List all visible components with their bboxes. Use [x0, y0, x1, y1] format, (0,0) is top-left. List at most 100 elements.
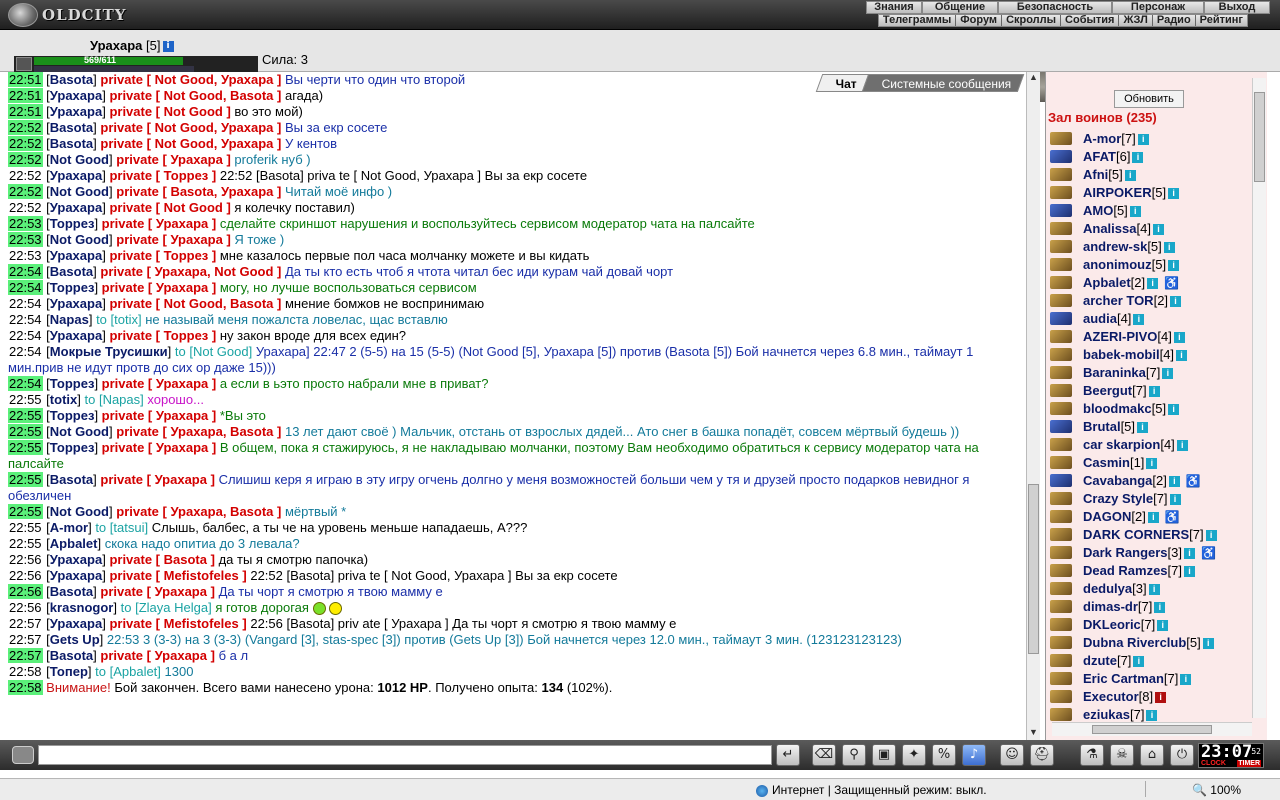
- player-nick[interactable]: AIRPOKER[5] i: [1083, 184, 1180, 202]
- sender-nick[interactable]: A-mor: [50, 520, 88, 535]
- player-name[interactable]: Урахара: [90, 38, 142, 53]
- scroll-up-icon[interactable]: ▲: [1027, 72, 1040, 85]
- player-nick-name[interactable]: Dubna Riverclub: [1083, 635, 1186, 650]
- private-recipients[interactable]: private [ Урахара ]: [116, 152, 231, 167]
- player-info-icon[interactable]: i: [1129, 206, 1141, 218]
- player-nick[interactable]: anonimouz[5] i: [1083, 256, 1180, 274]
- player-list-hscrollbar[interactable]: [1052, 722, 1252, 736]
- private-recipients-names[interactable]: Урахара: [156, 280, 208, 295]
- player-nick[interactable]: bloodmakc[5] i: [1083, 400, 1180, 418]
- private-recipients-names[interactable]: Урахара: [170, 232, 222, 247]
- avatar[interactable]: [16, 57, 32, 71]
- fight-icon[interactable]: ✦: [902, 744, 926, 766]
- player-nick[interactable]: AZERI-PIVO[4] i: [1083, 328, 1185, 346]
- player-nick[interactable]: Baraninka[7] i: [1083, 364, 1174, 382]
- sender-nick[interactable]: Мокрые Трусишки: [50, 344, 168, 359]
- private-recipients-names[interactable]: Урахара: [156, 216, 208, 231]
- player-nick-name[interactable]: anonimouz: [1083, 257, 1152, 272]
- private-recipients[interactable]: private [ Урахара ]: [116, 232, 231, 247]
- scroll-down-icon[interactable]: ▼: [1027, 727, 1040, 740]
- player-info-icon[interactable]: i: [1132, 152, 1144, 164]
- sender-nick[interactable]: Урахара: [50, 616, 102, 631]
- player-list-item[interactable]: dedulya[3] i: [1046, 580, 1256, 598]
- tab-system-messages[interactable]: Системные сообщения: [862, 74, 1025, 92]
- menu-item[interactable]: Безопасность: [998, 1, 1112, 14]
- player-nick-name[interactable]: bloodmakc: [1083, 401, 1152, 416]
- player-info-icon[interactable]: i: [1147, 512, 1159, 524]
- submenu-item[interactable]: События: [1061, 15, 1120, 26]
- skull-icon[interactable]: ☠: [1110, 744, 1134, 766]
- to-recipient-name[interactable]: Napas: [103, 392, 141, 407]
- player-list-item[interactable]: AFAT[6] i: [1046, 148, 1256, 166]
- player-list-item[interactable]: AIRPOKER[5] i: [1046, 184, 1256, 202]
- sender-nick[interactable]: Урахара: [50, 248, 102, 263]
- sender-nick[interactable]: Basota: [50, 472, 93, 487]
- player-list-item[interactable]: audia[4] i: [1046, 310, 1256, 328]
- private-recipients-names[interactable]: Not Good, Урахара: [155, 72, 274, 87]
- private-recipients[interactable]: private [ Not Good, Basota ]: [109, 296, 281, 311]
- menu-item[interactable]: Знания: [866, 1, 922, 14]
- submenu-item[interactable]: Форум: [956, 15, 1003, 26]
- sender-nick[interactable]: Not Good: [50, 184, 109, 199]
- player-list-item[interactable]: Dark Rangers[3] i ♿: [1046, 544, 1256, 562]
- private-recipients[interactable]: private [ Not Good, Урахара ]: [100, 72, 281, 87]
- player-nick[interactable]: DAGON[2] i ♿: [1083, 508, 1180, 526]
- player-nick-name[interactable]: Analissa: [1083, 221, 1136, 236]
- player-nick-name[interactable]: DARK CORNERS: [1083, 527, 1189, 542]
- private-recipients-names[interactable]: Not Good, Урахара: [155, 120, 274, 135]
- player-nick-name[interactable]: Eric Cartman: [1083, 671, 1164, 686]
- player-nick-name[interactable]: Dead Ramzes: [1083, 563, 1168, 578]
- submenu-item[interactable]: ЖЗЛ: [1119, 15, 1153, 26]
- to-recipient-name[interactable]: Zlaya Helga: [139, 600, 208, 615]
- player-list-item[interactable]: AMO[5] i: [1046, 202, 1256, 220]
- player-nick-name[interactable]: AMO: [1083, 203, 1113, 218]
- player-list-item[interactable]: Dubna Riverclub[5] i: [1046, 634, 1256, 652]
- to-recipient[interactable]: to [Not Good]: [175, 344, 252, 359]
- player-list-item[interactable]: Dead Ramzes[7] i: [1046, 562, 1256, 580]
- player-list-item[interactable]: dzute[7] i: [1046, 652, 1256, 670]
- sender-nick[interactable]: Basota: [50, 584, 93, 599]
- menu-item[interactable]: Персонаж: [1112, 1, 1204, 14]
- player-nick-name[interactable]: Executor: [1083, 689, 1139, 704]
- player-list-item[interactable]: dimas-dr[7] i: [1046, 598, 1256, 616]
- private-recipients-names[interactable]: Basota: [164, 552, 207, 567]
- sender-nick[interactable]: Basota: [50, 120, 93, 135]
- player-nick[interactable]: audia[4] i: [1083, 310, 1145, 328]
- sender-nick[interactable]: Топер: [50, 664, 88, 679]
- player-list-item[interactable]: Analissa[4] i: [1046, 220, 1256, 238]
- player-list-item[interactable]: AZERI-PIVO[4] i: [1046, 328, 1256, 346]
- player-nick[interactable]: DKLeoric[7] i: [1083, 616, 1169, 634]
- tab-chat[interactable]: Чат: [815, 74, 869, 92]
- house-icon[interactable]: ⌂: [1140, 744, 1164, 766]
- private-recipients[interactable]: private [ Basota, Урахара ]: [116, 184, 281, 199]
- sender-nick[interactable]: Урахара: [50, 568, 102, 583]
- chat-scrollbar[interactable]: ▲ ▼: [1026, 72, 1040, 740]
- player-list-item[interactable]: A-mor[7] i: [1046, 130, 1256, 148]
- player-nick[interactable]: Dead Ramzes[7] i: [1083, 562, 1196, 580]
- player-nick-name[interactable]: archer TOR: [1083, 293, 1154, 308]
- player-list-item[interactable]: archer TOR[2] i: [1046, 292, 1256, 310]
- sender-nick[interactable]: Торрез: [50, 216, 95, 231]
- private-recipients[interactable]: private [ Урахара ]: [102, 376, 217, 391]
- sender-nick[interactable]: Урахара: [50, 104, 102, 119]
- sender-nick[interactable]: Not Good: [50, 232, 109, 247]
- timer-label[interactable]: TIMER: [1237, 760, 1261, 767]
- sender-nick[interactable]: Basota: [50, 72, 93, 87]
- send-icon[interactable]: ↵: [776, 744, 800, 766]
- player-list-item[interactable]: andrew-sk[5] i: [1046, 238, 1256, 256]
- player-nick-name[interactable]: dedulya: [1083, 581, 1132, 596]
- sender-nick[interactable]: Урахара: [50, 328, 102, 343]
- player-nick[interactable]: AMO[5] i: [1083, 202, 1141, 220]
- player-info-icon[interactable]: i: [1205, 530, 1217, 542]
- player-list-item[interactable]: anonimouz[5] i: [1046, 256, 1256, 274]
- sender-nick[interactable]: Not Good: [50, 152, 109, 167]
- private-recipients-names[interactable]: Mefistofeles: [164, 568, 239, 583]
- player-list-item[interactable]: Eric Cartman[7] i: [1046, 670, 1256, 688]
- player-info-icon[interactable]: i: [1152, 224, 1164, 236]
- player-info-icon[interactable]: i: [1162, 368, 1174, 380]
- to-recipient-name[interactable]: Not Good: [193, 344, 249, 359]
- to-recipient-name[interactable]: tatsui: [113, 520, 144, 535]
- player-info-icon[interactable]: i: [1147, 278, 1159, 290]
- player-nick-name[interactable]: AFAT: [1083, 149, 1116, 164]
- player-info-icon[interactable]: i: [1184, 566, 1196, 578]
